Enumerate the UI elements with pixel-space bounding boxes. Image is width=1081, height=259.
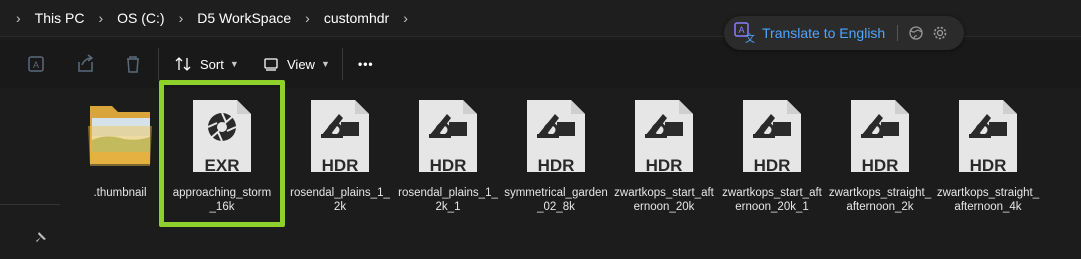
view-icon xyxy=(264,58,278,71)
file-item-hdr[interactable]: HDR zwartkops_start_afternoon_20k_1 xyxy=(718,96,826,228)
file-type-tag: HDR xyxy=(321,156,359,175)
share-icon[interactable] xyxy=(69,48,101,80)
chevron-down-icon: ▼ xyxy=(320,59,330,69)
translate-popup: A 文 Translate to English xyxy=(724,16,964,50)
translate-to-english-link[interactable]: Translate to English xyxy=(762,25,885,41)
file-type-tag: HDR xyxy=(537,156,575,175)
breadcrumb-this-pc[interactable]: This PC xyxy=(31,10,89,26)
file-type-tag: HDR xyxy=(969,156,1007,175)
pin-icon[interactable] xyxy=(34,230,48,244)
file-name: symmetrical_garden_02_8k xyxy=(504,187,608,213)
delete-icon[interactable] xyxy=(117,48,149,80)
rename-icon[interactable]: A xyxy=(20,48,52,80)
file-type-tag: HDR xyxy=(861,156,899,175)
sort-label: Sort xyxy=(200,56,224,72)
sort-icon xyxy=(175,57,191,71)
file-name: rosendal_plains_1_2k xyxy=(290,187,390,213)
chevron-right-icon[interactable]: › xyxy=(403,10,408,26)
file-item-hdr[interactable]: HDR symmetrical_garden_02_8k xyxy=(502,96,610,228)
file-item-hdr[interactable]: HDR rosendal_plains_1_2k xyxy=(286,96,394,228)
toolbar-separator xyxy=(342,48,343,80)
file-name: zwartkops_start_afternoon_20k xyxy=(614,187,714,213)
divider xyxy=(897,25,899,41)
chevron-right-icon[interactable]: › xyxy=(305,10,310,26)
gear-icon[interactable] xyxy=(932,25,948,41)
language-globe-icon[interactable] xyxy=(908,25,924,41)
breadcrumb: › This PC › OS (C:) › D5 WorkSpace › cus… xyxy=(6,10,418,26)
file-item-thumbnail-folder[interactable]: .thumbnail xyxy=(66,96,174,228)
file-name: zwartkops_straight_afternoon_2k xyxy=(828,187,932,213)
file-name: approaching_storm_16k xyxy=(172,187,272,213)
file-name: rosendal_plains_1_2k_1 xyxy=(398,187,498,213)
folder-icon xyxy=(88,106,152,166)
svg-text:A: A xyxy=(738,25,744,35)
file-item-hdr[interactable]: HDR zwartkops_straight_afternoon_2k xyxy=(826,96,934,228)
file-type-tag: HDR xyxy=(429,156,467,175)
file-name: .thumbnail xyxy=(93,187,147,199)
file-type-tag: HDR xyxy=(645,156,683,175)
file-name: zwartkops_straight_afternoon_4k xyxy=(936,187,1040,213)
chevron-right-icon[interactable]: › xyxy=(16,10,21,26)
chevron-right-icon[interactable]: › xyxy=(179,10,184,26)
file-type-tag: HDR xyxy=(753,156,791,175)
file-item-hdr[interactable]: HDR rosendal_plains_1_2k_1 xyxy=(394,96,502,228)
more-options-button[interactable]: ••• xyxy=(358,48,374,80)
breadcrumb-d5-workspace[interactable]: D5 WorkSpace xyxy=(193,10,295,26)
file-item-exr[interactable]: EXR approaching_storm_16k xyxy=(168,96,276,228)
toolbar-separator xyxy=(158,48,159,80)
file-name: zwartkops_start_afternoon_20k_1 xyxy=(722,187,822,213)
view-label: View xyxy=(287,56,315,72)
svg-text:文: 文 xyxy=(745,32,755,44)
translate-icon[interactable]: A 文 xyxy=(734,22,756,44)
navigation-pane[interactable] xyxy=(0,88,62,259)
svg-text:A: A xyxy=(33,60,39,70)
file-item-hdr[interactable]: HDR zwartkops_start_afternoon_20k xyxy=(610,96,718,228)
chevron-right-icon[interactable]: › xyxy=(98,10,103,26)
file-type-tag: EXR xyxy=(204,156,240,175)
divider xyxy=(0,204,60,205)
view-button[interactable]: View ▼ xyxy=(263,48,330,80)
chevron-down-icon: ▼ xyxy=(229,59,239,69)
breadcrumb-customhdr[interactable]: customhdr xyxy=(320,10,393,26)
file-item-hdr[interactable]: HDR zwartkops_straight_afternoon_4k xyxy=(934,96,1042,228)
breadcrumb-os-c[interactable]: OS (C:) xyxy=(113,10,168,26)
sort-button[interactable]: Sort ▼ xyxy=(174,48,239,80)
